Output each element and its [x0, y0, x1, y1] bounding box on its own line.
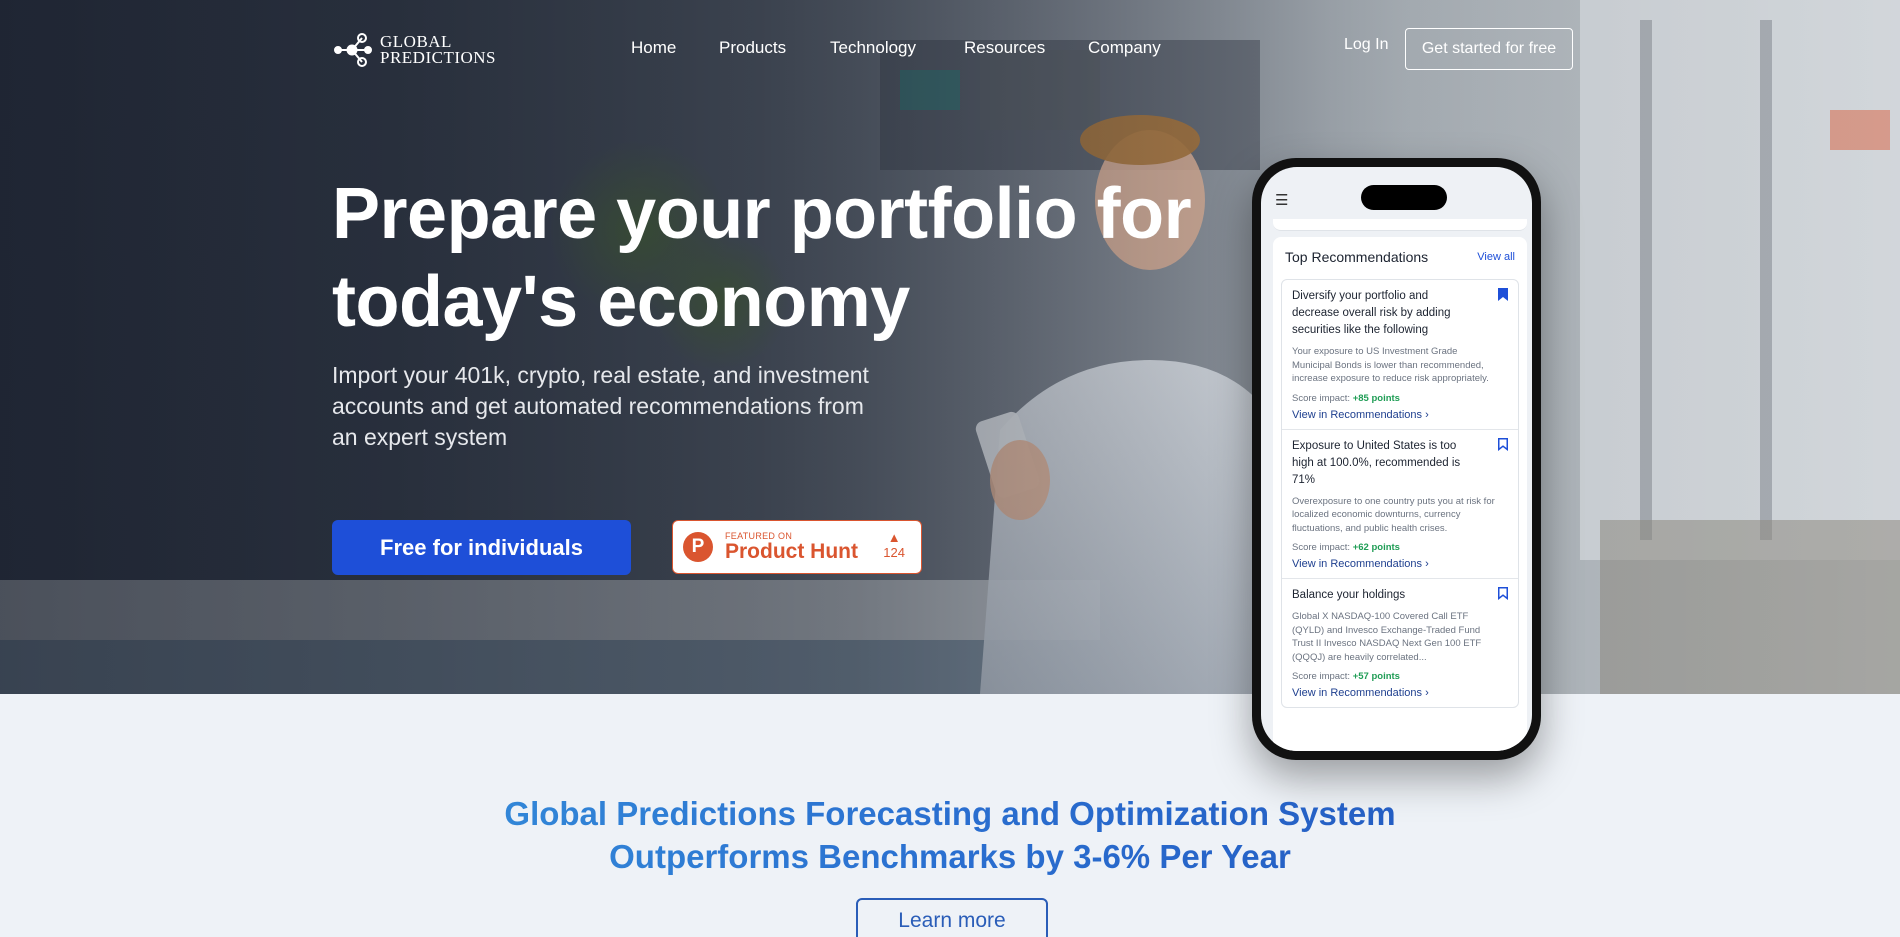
- upvote-number: 124: [883, 545, 905, 560]
- dynamic-island: [1361, 185, 1447, 210]
- hero-headline: Prepare your portfolio for today's econo…: [332, 170, 1192, 346]
- get-started-button[interactable]: Get started for free: [1405, 28, 1573, 70]
- score-impact: Score impact: +62 points: [1292, 542, 1508, 553]
- recommendation-item[interactable]: Balance your holdings Global X NASDAQ-10…: [1282, 579, 1518, 707]
- learn-more-button[interactable]: Learn more: [856, 898, 1048, 937]
- score-value: +62 points: [1352, 542, 1400, 553]
- recommendation-description: Global X NASDAQ-100 Covered Call ETF (QY…: [1292, 611, 1482, 663]
- recommendations-list: Diversify your portfolio and decrease ov…: [1281, 279, 1519, 708]
- view-all-link[interactable]: View all: [1477, 251, 1515, 263]
- product-hunt-name: Product Hunt: [725, 540, 858, 563]
- score-value: +57 points: [1352, 671, 1400, 682]
- score-label: Score impact:: [1292, 392, 1351, 404]
- recommendations-title: Top Recommendations: [1285, 249, 1429, 265]
- product-hunt-badge[interactable]: P FEATURED ON Product Hunt ▲ 124: [672, 520, 922, 574]
- performance-heading: Global Predictions Forecasting and Optim…: [0, 792, 1900, 878]
- upvote-count: ▲ 124: [883, 530, 905, 561]
- recommendation-description: Overexposure to one country puts you at …: [1292, 495, 1495, 534]
- brand-line-2: Predictions: [380, 48, 497, 67]
- nav-link-resources[interactable]: Resources: [964, 38, 1045, 58]
- upvote-arrow-icon: ▲: [887, 530, 901, 545]
- recommendations-header: Top Recommendations View all: [1273, 237, 1527, 275]
- score-impact: Score impact: +85 points: [1292, 393, 1508, 404]
- view-in-recommendations-link[interactable]: View in Recommendations ›: [1292, 409, 1508, 421]
- free-for-individuals-button[interactable]: Free for individuals: [332, 520, 631, 575]
- view-in-recommendations-link[interactable]: View in Recommendations ›: [1292, 687, 1508, 699]
- previous-card-edge: [1273, 219, 1527, 231]
- bookmark-outline-icon[interactable]: [1498, 437, 1508, 451]
- bookmark-outline-icon[interactable]: [1498, 587, 1508, 600]
- brand-name: Global Predictions: [380, 33, 497, 67]
- top-navigation: Global Predictions Home Products Technol…: [0, 0, 1900, 96]
- bookmark-filled-icon[interactable]: [1498, 288, 1508, 301]
- score-value: +85 points: [1352, 392, 1400, 404]
- menu-icon[interactable]: ☰: [1275, 191, 1288, 209]
- headline-line-1: Prepare your portfolio for: [332, 174, 1192, 254]
- recommendation-title: Exposure to United States is too high at…: [1292, 439, 1461, 486]
- recommendation-item[interactable]: Exposure to United States is too high at…: [1282, 430, 1518, 579]
- phone-mockup: ☰ Top Recommendations View all Diversify…: [1252, 158, 1541, 760]
- score-label: Score impact:: [1292, 671, 1351, 682]
- view-in-recommendations-link[interactable]: View in Recommendations ›: [1292, 558, 1508, 570]
- hero-overlay: [0, 0, 1900, 694]
- nav-link-home[interactable]: Home: [631, 38, 676, 58]
- nav-link-products[interactable]: Products: [719, 38, 786, 58]
- product-hunt-icon: P: [683, 532, 713, 562]
- recommendation-item[interactable]: Diversify your portfolio and decrease ov…: [1282, 280, 1518, 430]
- nav-link-technology[interactable]: Technology: [830, 38, 916, 58]
- score-label: Score impact:: [1292, 542, 1351, 553]
- recommendation-title: Balance your holdings: [1292, 589, 1406, 601]
- network-nodes-icon: [334, 33, 372, 67]
- score-impact: Score impact: +57 points: [1292, 671, 1508, 682]
- hero-subheadline: Import your 401k, crypto, real estate, a…: [332, 362, 869, 450]
- product-hunt-label: FEATURED ON Product Hunt: [725, 531, 858, 563]
- recommendations-panel: Top Recommendations View all Diversify y…: [1273, 237, 1527, 751]
- login-link[interactable]: Log In: [1344, 36, 1388, 54]
- hero-section: Global Predictions Home Products Technol…: [0, 0, 1900, 694]
- nav-link-company[interactable]: Company: [1088, 38, 1161, 58]
- recommendation-title: Diversify your portfolio and decrease ov…: [1292, 290, 1451, 336]
- recommendation-description: Your exposure to US Investment Grade Mun…: [1292, 346, 1489, 384]
- phone-screen: ☰ Top Recommendations View all Diversify…: [1261, 167, 1532, 751]
- performance-heading-line-2: Outperforms Benchmarks by 3-6% Per Year: [0, 835, 1900, 878]
- headline-line-2: today's economy: [332, 262, 910, 342]
- brand-logo[interactable]: Global Predictions: [332, 30, 496, 70]
- performance-heading-line-1: Global Predictions Forecasting and Optim…: [0, 792, 1900, 835]
